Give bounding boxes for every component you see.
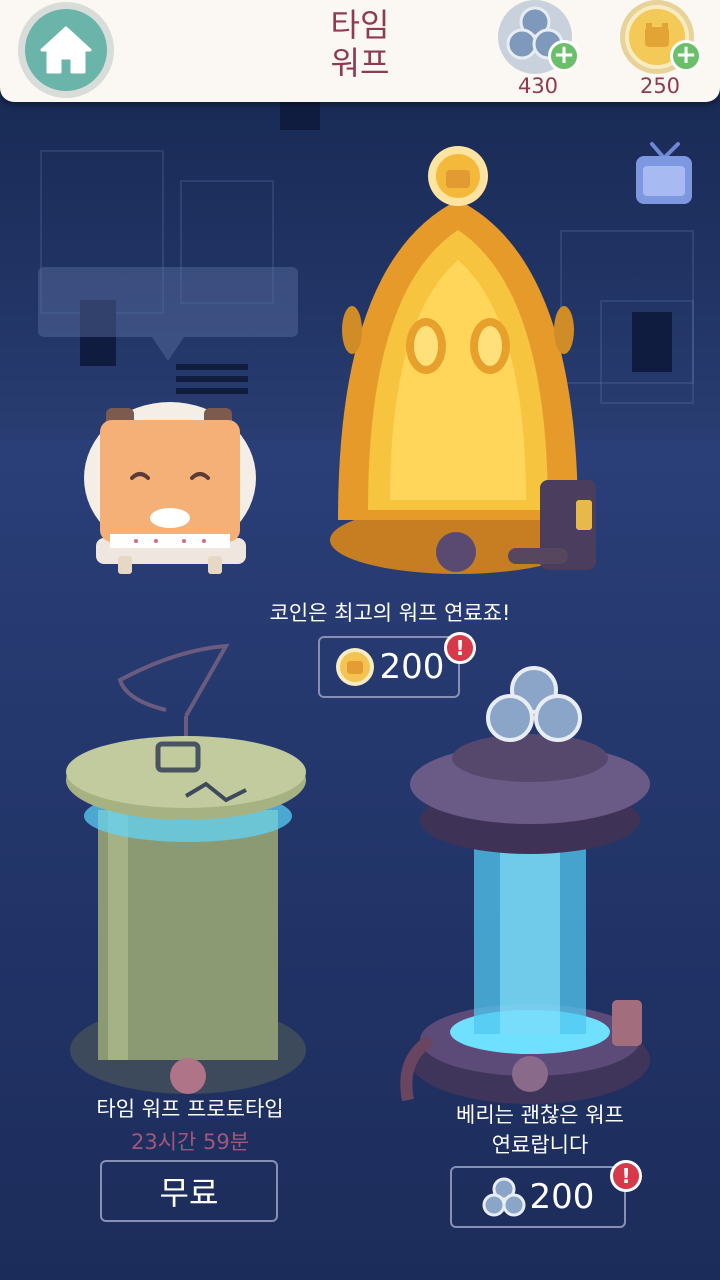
berry-machine-caption: 베리는 괜찮은 워프 연료랍니다 [400,1100,680,1160]
berry-caption-line-2: 연료랍니다 [491,1133,589,1157]
coins-counter[interactable]: + 250 [620,0,710,102]
title-line-2: 워프 [330,44,390,82]
berry-price: 200 [529,1177,595,1217]
tv-icon[interactable] [634,140,694,208]
warp-machine-caption: 코인은 최고의 워프 연료죠! [269,601,511,625]
wall-window [280,100,320,130]
free-button[interactable]: 무료 [100,1160,278,1222]
top-bar: 타임 워프 + 430 + 250 [0,0,720,102]
berry-alert-icon: ! [610,1160,642,1192]
berry-caption-line-1: 베리는 괜찮은 워프 [456,1103,624,1127]
prototype-machine[interactable] [66,640,310,1100]
berries-counter[interactable]: + 430 [498,0,588,102]
coin-icon [335,648,374,686]
berry-beam-machine[interactable] [390,660,670,1120]
home-button[interactable] [18,2,114,98]
add-coins-icon[interactable]: + [670,40,702,72]
berries-amount: 430 [517,74,559,98]
prototype-caption: 타임 워프 프로토타입 [96,1097,284,1121]
wall-window [632,312,672,372]
speech-bubble-tail [152,337,184,361]
berries-icon [482,1177,526,1217]
speech-bubble [38,267,298,337]
berry-price-button[interactable]: 200 [450,1166,626,1228]
professor-character [84,402,256,574]
coins-amount: 250 [639,74,681,98]
stand-icon [176,364,248,394]
page-title: 타임 워프 [300,6,420,82]
add-berries-icon[interactable]: + [548,40,580,72]
free-button-label: 무료 [159,1174,219,1212]
prototype-timer: 23시간 59분 [130,1130,250,1154]
golden-warp-machine[interactable] [328,140,608,580]
title-line-1: 타임 [330,6,390,44]
home-icon [40,26,92,74]
